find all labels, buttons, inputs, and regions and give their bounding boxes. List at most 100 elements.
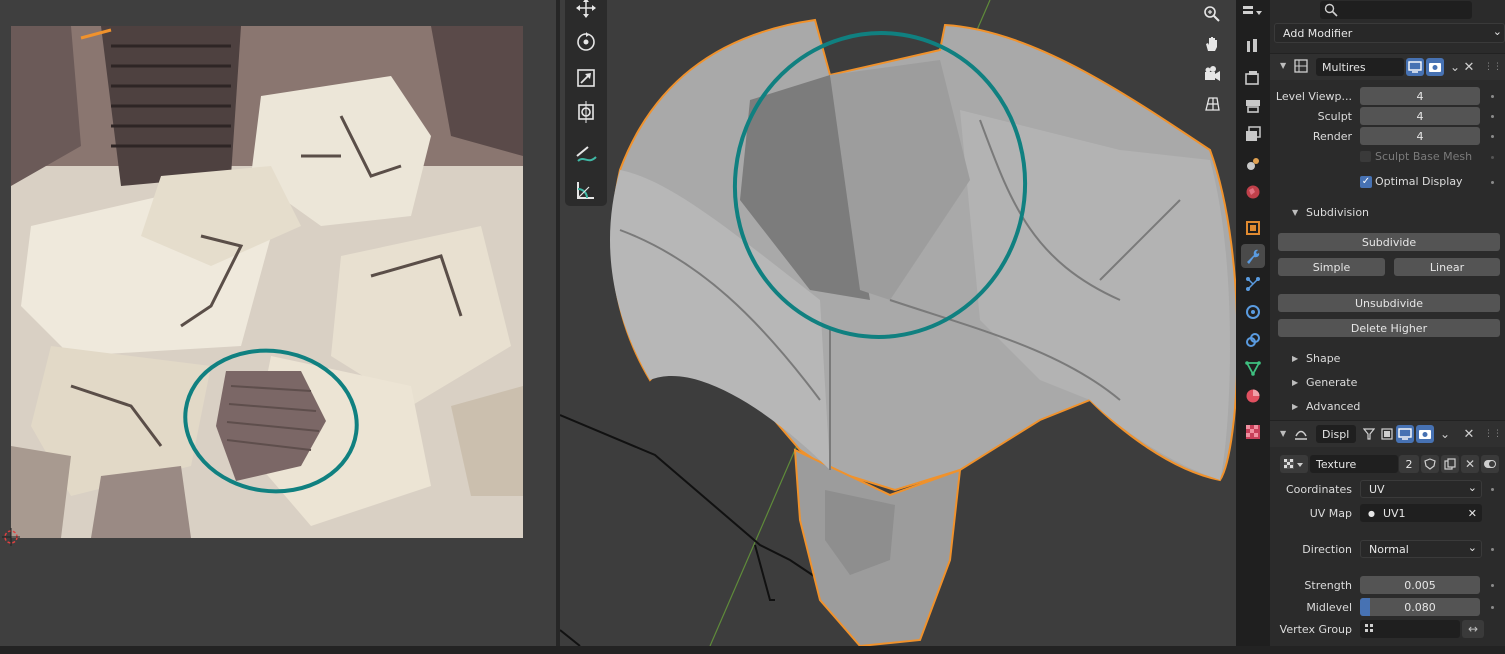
keyframe-dot[interactable] [1491, 606, 1494, 609]
keyframe-dot[interactable] [1491, 584, 1494, 587]
uv-map-field[interactable]: ● UV1 ✕ [1360, 504, 1482, 522]
scale-icon[interactable] [572, 64, 600, 92]
keyframe-dot[interactable] [1491, 548, 1494, 551]
unlink-x-icon[interactable]: ✕ [1461, 455, 1479, 473]
render-camera-icon[interactable] [1416, 425, 1434, 443]
render-level-field[interactable]: 4 [1360, 127, 1480, 145]
add-modifier-dropdown[interactable]: Add Modifier ⌄ [1274, 23, 1505, 43]
texture-browse-icon[interactable] [1280, 455, 1308, 473]
output-icon[interactable] [1241, 94, 1265, 118]
camera-icon[interactable] [1198, 60, 1226, 88]
direction-label: Direction [1302, 543, 1352, 556]
modifier-name-field[interactable]: Multires [1316, 58, 1404, 76]
texture-users-count[interactable]: 2 [1399, 455, 1419, 473]
unsubdivide-button[interactable]: Unsubdivide [1278, 294, 1500, 312]
collapse-icon[interactable]: ▼ [1280, 61, 1286, 70]
midlevel-slider[interactable]: 0.080 [1360, 598, 1480, 616]
optimal-display-label: Optimal Display [1375, 175, 1463, 188]
funnel-icon[interactable] [1360, 425, 1378, 443]
keyframe-dot [1491, 156, 1494, 159]
uv-image-editor[interactable] [0, 0, 556, 646]
data-mesh-icon[interactable] [1241, 356, 1265, 380]
collapse-icon[interactable]: ▼ [1292, 208, 1298, 217]
vertex-group-field[interactable] [1360, 620, 1460, 638]
view-layer-icon[interactable] [1241, 122, 1265, 146]
level-viewport-label: Level Viewp... [1275, 90, 1352, 103]
vertex-group-label: Vertex Group [1279, 623, 1352, 636]
expand-icon[interactable]: ▶ [1292, 354, 1298, 363]
rotate-icon[interactable] [572, 28, 600, 56]
object-icon[interactable] [1241, 216, 1265, 240]
advanced-subpanel[interactable]: Advanced [1306, 400, 1360, 413]
grid-icon[interactable] [1198, 90, 1226, 118]
optimal-display-checkbox[interactable]: ✓ [1360, 176, 1372, 188]
viewport-3d[interactable] [560, 0, 1236, 646]
measure-icon[interactable] [572, 176, 600, 204]
coordinates-dropdown[interactable]: UV ⌄ [1360, 480, 1482, 498]
texture-icon[interactable] [1241, 420, 1265, 444]
search-field[interactable] [1320, 1, 1472, 19]
move-icon[interactable] [572, 0, 600, 22]
render-icon[interactable] [1241, 66, 1265, 90]
mesh-render [560, 0, 1236, 646]
keyframe-dot[interactable] [1491, 181, 1494, 184]
generate-subpanel[interactable]: Generate [1306, 376, 1357, 389]
drag-handle-icon[interactable]: ⋮⋮ [1484, 58, 1502, 76]
subdivide-button[interactable]: Subdivide [1278, 233, 1500, 251]
modifier-name-field[interactable]: Displ [1316, 425, 1356, 443]
render-camera-icon[interactable] [1426, 58, 1444, 76]
delete-higher-button[interactable]: Delete Higher [1278, 319, 1500, 337]
particles-icon[interactable] [1241, 272, 1265, 296]
level-viewport-field[interactable]: 4 [1360, 87, 1480, 105]
world-icon[interactable] [1241, 180, 1265, 204]
keyframe-dot[interactable] [1491, 95, 1494, 98]
drag-handle-icon[interactable]: ⋮⋮ [1484, 425, 1502, 443]
sculpt-base-mesh-label: Sculpt Base Mesh [1375, 150, 1473, 163]
editor-type-icon[interactable] [1241, 0, 1265, 24]
sculpt-level-field[interactable]: 4 [1360, 107, 1480, 125]
hand-pan-icon[interactable] [1198, 30, 1226, 58]
tool-settings-icon[interactable] [1241, 34, 1265, 58]
annotate-icon[interactable] [572, 140, 600, 168]
uv-texture-image [11, 26, 523, 538]
expand-icon[interactable]: ▶ [1292, 402, 1298, 411]
wrench-modifier-icon[interactable] [1241, 244, 1265, 268]
coordinates-label: Coordinates [1285, 483, 1352, 496]
shape-subpanel[interactable]: Shape [1306, 352, 1340, 365]
constraints-icon[interactable] [1241, 328, 1265, 352]
displace-modifier-icon [1292, 425, 1310, 443]
uv-map-label: UV Map [1309, 507, 1352, 520]
material-icon[interactable] [1241, 384, 1265, 408]
invert-arrows-icon[interactable]: ↔ [1462, 620, 1484, 638]
keyframe-dot[interactable] [1491, 115, 1494, 118]
display-viewport-icon[interactable] [1396, 425, 1414, 443]
clear-x-icon[interactable]: ✕ [1468, 507, 1477, 520]
status-bar [0, 646, 1505, 654]
sculpt-base-mesh-checkbox[interactable] [1360, 151, 1371, 162]
scene-icon[interactable] [1241, 152, 1265, 176]
edit-mode-icon[interactable] [1378, 425, 1396, 443]
chevron-down-icon[interactable]: ⌄ [1436, 425, 1454, 443]
sculpt-label: Sculpt [1317, 110, 1352, 123]
duplicate-icon[interactable] [1441, 455, 1459, 473]
close-icon[interactable]: ✕ [1460, 58, 1478, 76]
toggle-icon[interactable] [1481, 455, 1499, 473]
fake-user-shield-icon[interactable] [1421, 455, 1439, 473]
physics-icon[interactable] [1241, 300, 1265, 324]
linear-button[interactable]: Linear [1394, 258, 1500, 276]
strength-field[interactable]: 0.005 [1360, 576, 1480, 594]
cursor-3d-icon[interactable] [2, 528, 20, 546]
uv-map-value: UV1 [1382, 506, 1406, 520]
keyframe-dot[interactable] [1491, 135, 1494, 138]
transform-icon[interactable] [572, 98, 600, 126]
display-viewport-icon[interactable] [1406, 58, 1424, 76]
close-icon[interactable]: ✕ [1460, 425, 1478, 443]
subdivision-header[interactable]: Subdivision [1306, 206, 1369, 219]
keyframe-dot[interactable] [1491, 488, 1494, 491]
zoom-icon[interactable] [1198, 0, 1226, 28]
direction-dropdown[interactable]: Normal ⌄ [1360, 540, 1482, 558]
collapse-icon[interactable]: ▼ [1280, 429, 1286, 438]
simple-button[interactable]: Simple [1278, 258, 1385, 276]
expand-icon[interactable]: ▶ [1292, 378, 1298, 387]
texture-name-field[interactable]: Texture [1310, 455, 1398, 473]
